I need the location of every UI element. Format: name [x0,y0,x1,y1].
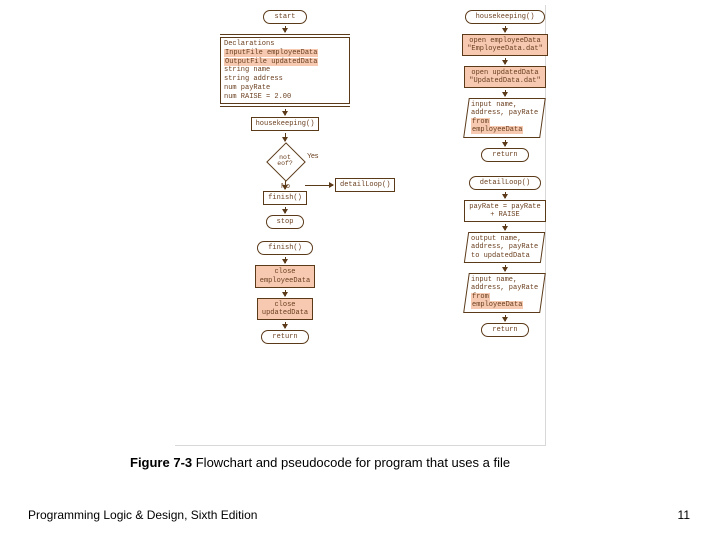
page-root: start Declarations InputFile employeeDat… [0,0,720,540]
stop-terminal: stop [266,215,305,229]
decl-title: Declarations [224,40,346,49]
arrow [505,90,506,96]
start-terminal: start [263,10,306,24]
input-employee-1: input name, address, payRate fromemploye… [464,98,547,138]
payrate-calc: payRate = payRate + RAISE [464,200,545,222]
figure-caption: Figure 7-3 Flowchart and pseudocode for … [130,455,510,470]
close-employee: close employeeData [255,265,315,287]
arrow [505,315,506,321]
finish-call: finish() [263,191,307,205]
arrow [285,257,286,263]
eof-decision: not eof? Yes No [267,143,303,179]
arrow [285,181,286,189]
arrow [285,133,286,141]
open-employee: open employeeData "EmployeeData.dat" [462,34,548,56]
flowchart: start Declarations InputFile employeeDat… [170,10,630,450]
yes-connector [305,185,333,186]
arrow [285,26,286,32]
right-column: housekeeping() open employeeData "Employ… [430,10,580,339]
arrow [505,26,506,32]
input-employee-2: input name, address, payRate fromemploye… [464,273,547,313]
page-number: 11 [678,508,690,522]
arrow [505,140,506,146]
declarations-block: Declarations InputFile employeeDataOutpu… [220,34,350,107]
arrow [285,109,286,115]
arrow [505,58,506,64]
return-hk: return [481,148,528,162]
open-updated: open updatedData "UpdatedData.dat" [464,66,545,88]
arrow [285,207,286,213]
detailloop-terminal: detailLoop() [469,176,541,190]
finish-terminal: finish() [257,241,313,255]
housekeeping-call: housekeeping() [251,117,320,131]
return-left: return [261,330,308,344]
branch-yes: Yes [307,153,318,160]
caption-label: Figure 7-3 [130,455,192,470]
arrow [285,290,286,296]
output-record: output name, address, payRate to updated… [464,232,546,263]
arrow [285,322,286,328]
arrow [505,192,506,198]
arrow [505,265,506,271]
return-detail: return [481,323,528,337]
arrow [505,224,506,230]
housekeeping-terminal: housekeeping() [465,10,546,24]
detailloop-call: detailLoop() [335,178,395,192]
caption-text: Flowchart and pseudocode for program tha… [192,455,510,470]
footer-left: Programming Logic & Design, Sixth Editio… [28,508,257,522]
close-updated: close updatedData [257,298,313,320]
